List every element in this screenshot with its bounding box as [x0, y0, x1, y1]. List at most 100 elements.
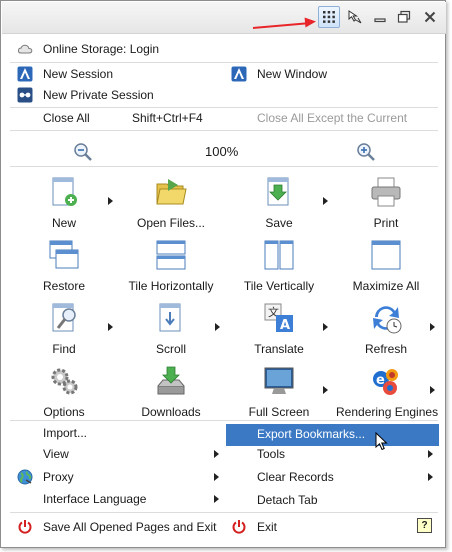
exit-power-icon [231, 519, 247, 535]
grid-item-label: Refresh [364, 342, 408, 356]
grid-item-label: New [51, 216, 76, 230]
power-icon [17, 519, 33, 535]
new-private-session-item[interactable]: New Private Session [43, 85, 154, 105]
refresh-icon [369, 301, 403, 335]
restore-icon[interactable] [393, 6, 415, 28]
submenu-arrow-icon [215, 323, 220, 331]
restore-windows-icon [47, 238, 81, 272]
grid-item-translate[interactable]: 文 A Translate [229, 301, 329, 356]
grid-item-open-files[interactable]: Open Files... [121, 175, 221, 230]
close-all-except-current-item[interactable]: Close All Except the Current [257, 108, 407, 128]
grid-item-full-screen[interactable]: Full Screen [229, 364, 329, 419]
grid-item-print[interactable]: Print [336, 175, 436, 230]
separator [10, 130, 438, 131]
cloud-icon [17, 41, 33, 57]
export-bookmarks-item[interactable]: Export Bookmarks... [257, 424, 365, 444]
new-window-icon [231, 66, 247, 82]
grid-item-label: Restore [42, 279, 86, 293]
grid-item-tile-horizontally[interactable]: Tile Horizontally [121, 238, 221, 293]
new-window-item[interactable]: New Window [257, 64, 327, 84]
exit-item[interactable]: Exit [257, 517, 277, 537]
submenu-arrow-icon [214, 473, 219, 481]
grid-item-label: Tile Horizontally [128, 279, 214, 293]
new-session-icon [17, 66, 33, 82]
grid-item-options[interactable]: Options [14, 364, 114, 419]
grid-item-find[interactable]: Find [14, 301, 114, 356]
online-storage-login[interactable]: Online Storage: Login [43, 39, 159, 59]
grid-item-label: Maximize All [352, 279, 420, 293]
close-icon[interactable] [419, 6, 441, 28]
new-session-item[interactable]: New Session [43, 64, 113, 84]
submenu-arrow-icon [430, 386, 435, 394]
grid-item-label: Full Screen [248, 405, 310, 419]
rendering-engines-icon: e [369, 364, 403, 398]
zoom-level: 100% [205, 144, 239, 159]
submenu-arrow-icon [323, 197, 328, 205]
minimize-icon[interactable] [369, 6, 391, 28]
scroll-icon [154, 301, 188, 335]
submenu-arrow-icon [323, 386, 328, 394]
find-icon [47, 301, 81, 335]
separator [10, 420, 438, 421]
submenu-arrow-icon [430, 323, 435, 331]
interface-language-item[interactable]: Interface Language [43, 489, 146, 509]
new-page-icon [47, 175, 81, 209]
grid-item-label: Save [265, 216, 293, 230]
svg-text:A: A [280, 318, 290, 333]
separator [10, 512, 438, 513]
submenu-arrow-icon [108, 197, 113, 205]
grid-item-label: Tile Vertically [243, 279, 315, 293]
cursor-icon[interactable] [344, 6, 366, 28]
grid-item-rendering-engines[interactable]: e Rendering Engines [336, 364, 438, 419]
title-bar [2, 2, 446, 34]
red-arrow-head-icon [304, 16, 317, 28]
separator [10, 62, 438, 63]
grid-item-maximize-all[interactable]: Maximize All [336, 238, 436, 293]
grid-item-label: Open Files... [136, 216, 206, 230]
proxy-item[interactable]: Proxy [43, 467, 74, 487]
zoom-out-icon[interactable] [73, 142, 93, 162]
submenu-arrow-icon [323, 323, 328, 331]
grid-item-restore[interactable]: Restore [14, 238, 114, 293]
zoom-in-icon[interactable] [356, 142, 376, 162]
proxy-globe-icon [17, 469, 33, 485]
maximize-all-icon [369, 238, 403, 272]
close-all-shortcut: Shift+Ctrl+F4 [132, 111, 203, 125]
import-item[interactable]: Import... [43, 423, 87, 443]
private-session-icon [17, 87, 33, 103]
full-screen-icon [262, 364, 296, 398]
grid-item-label: Rendering Engines [336, 405, 439, 419]
options-gears-icon [47, 364, 81, 398]
translate-icon: 文A [262, 301, 296, 335]
grid-item-label: Translate [254, 342, 304, 356]
grid-item-label: Options [43, 405, 85, 419]
submenu-arrow-icon [214, 495, 219, 503]
view-item[interactable]: View [43, 444, 69, 464]
downloads-icon [154, 364, 188, 398]
grid-item-tile-vertically[interactable]: Tile Vertically [229, 238, 329, 293]
grid-item-scroll[interactable]: Scroll [121, 301, 221, 356]
detach-tab-item[interactable]: Detach Tab [257, 490, 318, 510]
grid-item-refresh[interactable]: Refresh [336, 301, 436, 356]
grid-item-label: Scroll [155, 342, 186, 356]
grid-item-save[interactable]: Save [229, 175, 329, 230]
grid-item-label: Print [373, 216, 399, 230]
grid-item-label: Find [52, 342, 76, 356]
submenu-arrow-icon [428, 473, 433, 481]
grid-item-label: Downloads [141, 405, 201, 419]
save-all-exit-item[interactable]: Save All Opened Pages and Exit [43, 517, 216, 537]
submenu-arrow-icon [428, 450, 433, 458]
clear-records-item[interactable]: Clear Records [257, 467, 334, 487]
save-icon [262, 175, 296, 209]
grid-item-downloads[interactable]: Downloads [121, 364, 221, 419]
submenu-arrow-icon [108, 323, 113, 331]
grid-menu-icon[interactable] [318, 6, 340, 28]
open-folder-icon [154, 175, 188, 209]
submenu-arrow-icon [214, 450, 219, 458]
grid-item-new[interactable]: New [14, 175, 114, 230]
close-all-item[interactable]: Close All [43, 108, 90, 128]
mouse-cursor-icon [375, 431, 391, 452]
tools-item[interactable]: Tools [257, 444, 285, 464]
help-icon[interactable]: ? [417, 518, 432, 533]
printer-icon [369, 175, 403, 209]
